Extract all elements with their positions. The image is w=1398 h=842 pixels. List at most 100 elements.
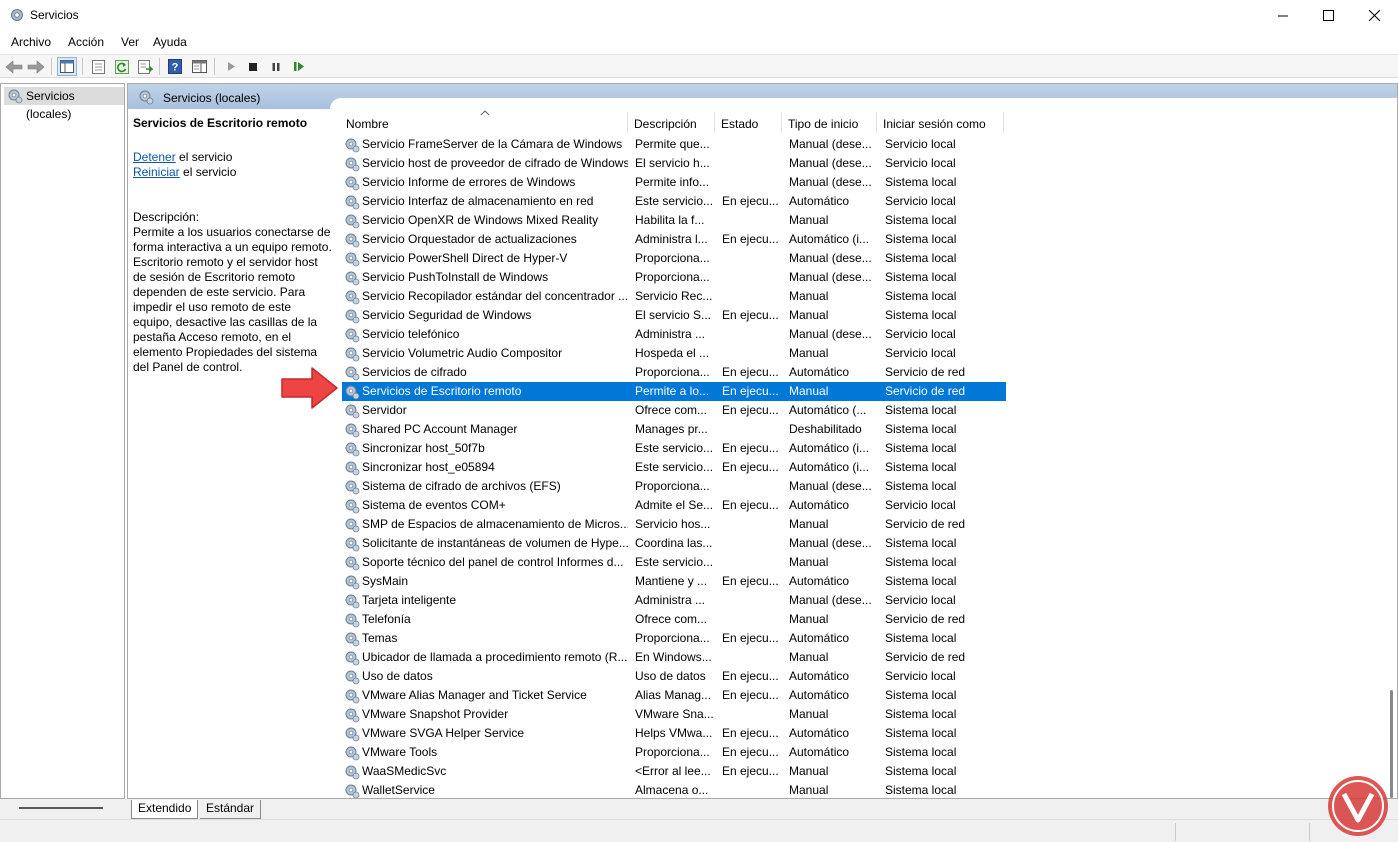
- minimize-button[interactable]: [1260, 0, 1306, 31]
- table-row[interactable]: Servicio telefónico Administra ... Manual …: [342, 325, 1006, 344]
- table-row[interactable]: Servicios de cifrado Proporciona... En eje…: [342, 363, 1006, 382]
- table-cell: Manual: [789, 555, 829, 569]
- table-cell: [722, 154, 782, 173]
- pause-service-button[interactable]: [266, 57, 286, 76]
- table-row[interactable]: Temas Proporciona... En ejecu... Automático…: [342, 629, 1006, 648]
- menu-ayuda[interactable]: Ayuda: [153, 35, 187, 49]
- table-row[interactable]: Servicio OpenXR de Windows Mixed Reality…: [342, 211, 1006, 230]
- table-row[interactable]: Servicio Recopilador estándar del concen…: [342, 287, 1006, 306]
- restart-service-button[interactable]: [289, 57, 309, 76]
- table-row[interactable]: Servicio FrameServer de la Cámara de Win…: [342, 135, 1006, 154]
- vertical-scrollbar[interactable]: [1384, 110, 1397, 798]
- table-cell: [722, 648, 782, 667]
- column-header-nombre[interactable]: Nombre: [340, 110, 628, 135]
- toolbar-separator: [51, 58, 52, 75]
- table-row[interactable]: SysMain Mantiene y ... En ejecu... Automáti…: [342, 572, 1006, 591]
- menu-ver[interactable]: Ver: [121, 35, 139, 49]
- watermark-logo: [1328, 776, 1388, 836]
- table-row[interactable]: Sistema de cifrado de archivos (EFS) Prop…: [342, 477, 1006, 496]
- help-button[interactable]: ?: [165, 57, 185, 76]
- table-row[interactable]: Servicio PushToInstall de Windows Proporc…: [342, 268, 1006, 287]
- table-cell: Proporciona...: [635, 365, 710, 379]
- table-cell: Sistema local: [885, 289, 957, 303]
- menu-archivo[interactable]: Archivo: [11, 35, 51, 49]
- show-hide-console-tree-button[interactable]: [57, 57, 77, 76]
- table-row[interactable]: Telefonía Ofrece com... Manual Servicio de …: [342, 610, 1006, 629]
- table-cell: Solicitante de instantáneas de volumen d…: [362, 536, 628, 550]
- table-cell: Servicio hos...: [635, 517, 711, 531]
- table-row[interactable]: Servicios de Escritorio remoto Permite a …: [342, 382, 1006, 401]
- table-cell: Coordina las...: [635, 536, 713, 550]
- table-cell: En ejecu...: [722, 726, 779, 740]
- svg-text:?: ?: [172, 62, 179, 74]
- export-list-button[interactable]: [135, 57, 155, 76]
- description-label: Descripción:: [133, 210, 200, 224]
- table-cell: [722, 705, 782, 724]
- table-row[interactable]: Tarjeta inteligente Administra ... Manual …: [342, 591, 1006, 610]
- table-cell: El servicio S...: [635, 308, 712, 322]
- table-cell: Servicio local: [885, 498, 956, 512]
- column-header-descripcion[interactable]: Descripción: [628, 110, 715, 135]
- stop-service-link[interactable]: Detener: [133, 150, 176, 164]
- table-cell: Proporciona...: [635, 631, 710, 645]
- toolbar-separator: [159, 58, 160, 75]
- tab-extendido[interactable]: Extendido: [131, 800, 199, 819]
- table-row[interactable]: Sistema de eventos COM+ Admite el Se... En…: [342, 496, 1006, 515]
- table-row[interactable]: Sincronizar host_e05894 Este servicio... E…: [342, 458, 1006, 477]
- table-row[interactable]: Servicio Seguridad de Windows El servicio…: [342, 306, 1006, 325]
- column-header-iniciar-sesion-como[interactable]: Iniciar sesión como: [877, 110, 1004, 135]
- table-row[interactable]: Servidor Ofrece com... En ejecu... Automáti…: [342, 401, 1006, 420]
- table-row[interactable]: Servicio PowerShell Direct de Hyper-V Pro…: [342, 249, 1006, 268]
- table-row[interactable]: Solicitante de instantáneas de volumen d…: [342, 534, 1006, 553]
- table-row[interactable]: Servicio Interfaz de almacenamiento en r…: [342, 192, 1006, 211]
- close-button[interactable]: [1351, 0, 1397, 31]
- forward-button[interactable]: [26, 57, 46, 76]
- table-row[interactable]: Servicio host de proveedor de cifrado de…: [342, 154, 1006, 173]
- table-cell: En ejecu...: [722, 365, 779, 379]
- table-row[interactable]: Soporte técnico del panel de control Inf…: [342, 553, 1006, 572]
- table-cell: Manual: [789, 707, 829, 721]
- column-header-tipo-de-inicio[interactable]: Tipo de inicio: [782, 110, 877, 135]
- table-cell: Manual (dese...: [789, 175, 872, 189]
- start-service-button[interactable]: [221, 57, 241, 76]
- table-row[interactable]: SMP de Espacios de almacenamiento de Mic…: [342, 515, 1006, 534]
- back-arrow-icon: [5, 59, 23, 74]
- table-row[interactable]: WalletService Almacena o... Manual Sistema …: [342, 781, 1006, 798]
- table-cell: Sistema local: [885, 232, 957, 246]
- show-hide-action-pane-button[interactable]: [189, 57, 209, 76]
- table-row[interactable]: Servicio Orquestador de actualizaciones A…: [342, 230, 1006, 249]
- table-row[interactable]: WaaSMedicSvc <Error al lee... En ejecu... M…: [342, 762, 1006, 781]
- table-row[interactable]: Servicio Volumetric Audio Compositor Hosp…: [342, 344, 1006, 363]
- menu-accion[interactable]: Acción: [68, 35, 104, 49]
- table-cell: Sistema local: [885, 764, 957, 778]
- refresh-button[interactable]: [112, 57, 132, 76]
- table-row[interactable]: Servicio Informe de errores de Windows Pe…: [342, 173, 1006, 192]
- scrollbar-thumb[interactable]: [1390, 690, 1393, 798]
- table-row[interactable]: VMware SVGA Helper Service Helps VMwa... E…: [342, 724, 1006, 743]
- tree-item-servicios-locales[interactable]: Servicios (locales): [4, 87, 124, 121]
- column-header-estado[interactable]: Estado: [715, 110, 782, 135]
- table-cell: Automático: [789, 194, 850, 208]
- table-row[interactable]: Sincronizar host_50f7b Este servicio... En…: [342, 439, 1006, 458]
- table-row[interactable]: Uso de datos Uso de datos En ejecu... Autom…: [342, 667, 1006, 686]
- table-cell: Uso de datos: [362, 669, 433, 683]
- table-row[interactable]: VMware Tools Proporciona... En ejecu... Aut…: [342, 743, 1006, 762]
- table-row[interactable]: Shared PC Account Manager Manages pr... De…: [342, 420, 1006, 439]
- back-button[interactable]: [4, 57, 24, 76]
- maximize-button[interactable]: [1305, 0, 1351, 31]
- table-cell: Sincronizar host_e05894: [362, 460, 495, 474]
- restart-service-link[interactable]: Reiniciar: [133, 165, 180, 179]
- table-row[interactable]: VMware Alias Manager and Ticket Service A…: [342, 686, 1006, 705]
- properties-button[interactable]: [88, 57, 108, 76]
- table-row[interactable]: Ubicador de llamada a procedimiento remo…: [342, 648, 1006, 667]
- table-cell: <Error al lee...: [635, 764, 711, 778]
- table-cell: [722, 211, 782, 230]
- tab-estandar[interactable]: Estándar: [200, 800, 262, 819]
- table-cell: Sistema local: [885, 783, 957, 797]
- stop-service-button[interactable]: [243, 57, 263, 76]
- description-text: Permite a los usuarios conectarse de for…: [133, 225, 332, 374]
- table-row[interactable]: VMware Snapshot Provider VMware Sna... Man…: [342, 705, 1006, 724]
- pause-service-icon: [272, 62, 280, 71]
- minimize-icon: [1278, 15, 1288, 16]
- table-cell: Sincronizar host_50f7b: [362, 441, 485, 455]
